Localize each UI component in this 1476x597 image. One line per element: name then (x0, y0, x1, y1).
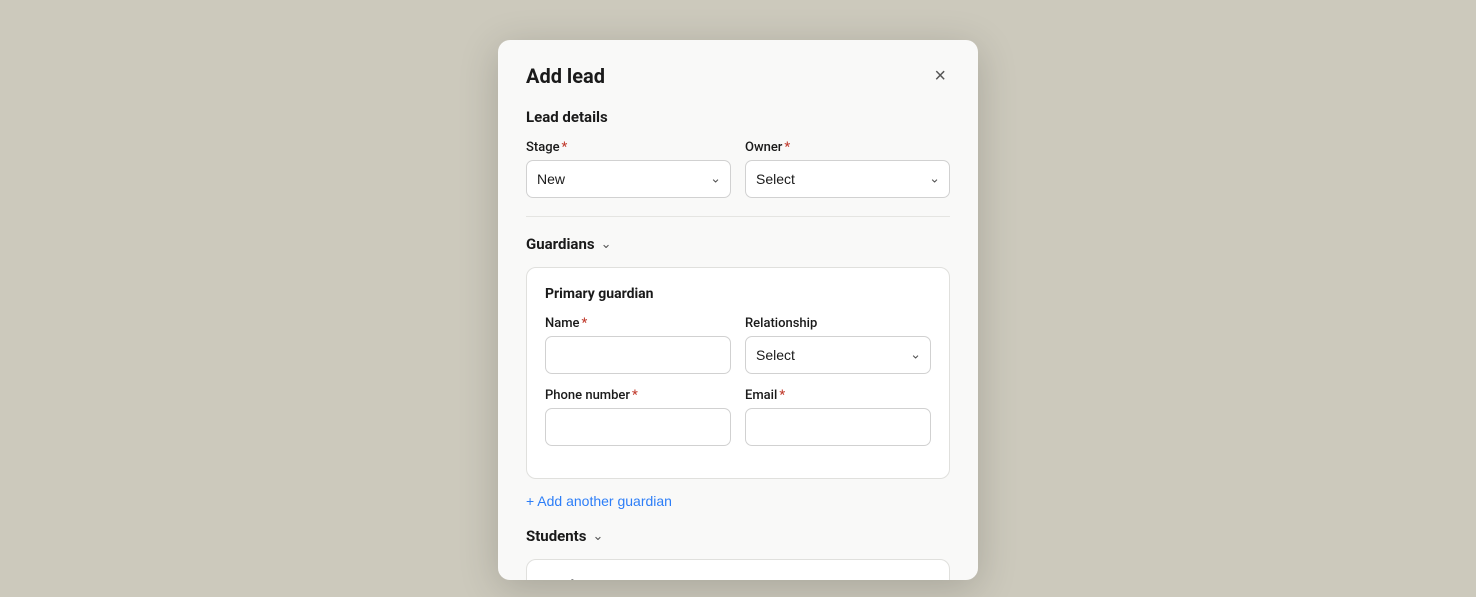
students-chevron-icon: ⌄ (592, 529, 603, 544)
guardians-section: Guardians ⌄ Primary guardian Name* (526, 235, 950, 509)
owner-label: Owner* (745, 140, 950, 155)
guardian-name-required-star: * (582, 316, 588, 331)
student-1-card: Student 1 (526, 559, 950, 580)
modal: Add lead × Lead details Stage* New Conta… (498, 40, 978, 580)
guardians-title: Guardians (526, 235, 595, 253)
close-button[interactable]: × (930, 62, 950, 90)
guardian-email-label: Email* (745, 388, 931, 403)
students-header[interactable]: Students ⌄ (526, 527, 950, 545)
owner-required-star: * (784, 140, 790, 155)
stage-group: Stage* New Contacted Qualified Lost ⌄ (526, 140, 731, 198)
guardian-name-input[interactable] (545, 336, 731, 374)
guardian-name-label: Name* (545, 316, 731, 331)
guardian-phone-email-row: Phone number* Email* (545, 388, 931, 446)
owner-select[interactable]: Select (745, 160, 950, 198)
student-1-title: Student 1 (545, 578, 931, 580)
divider-1 (526, 216, 950, 217)
stage-label: Stage* (526, 140, 731, 155)
guardians-chevron-icon: ⌄ (601, 237, 612, 252)
guardians-header[interactable]: Guardians ⌄ (526, 235, 950, 253)
primary-guardian-title: Primary guardian (545, 286, 931, 302)
modal-body: Lead details Stage* New Contacted Qualif… (498, 108, 978, 580)
students-title: Students (526, 527, 586, 545)
guardian-phone-label: Phone number* (545, 388, 731, 403)
stage-select[interactable]: New Contacted Qualified Lost (526, 160, 731, 198)
students-section: Students ⌄ Student 1 (526, 527, 950, 580)
guardian-relationship-select[interactable]: Select Parent Guardian Other (745, 336, 931, 374)
guardian-email-group: Email* (745, 388, 931, 446)
guardian-name-group: Name* (545, 316, 731, 374)
guardian-phone-input[interactable] (545, 408, 731, 446)
guardian-name-relationship-row: Name* Relationship Select Parent Guardia… (545, 316, 931, 374)
guardian-phone-required-star: * (632, 388, 638, 403)
guardian-relationship-label: Relationship (745, 316, 931, 331)
primary-guardian-card: Primary guardian Name* Relationship (526, 267, 950, 479)
stage-required-star: * (562, 140, 568, 155)
lead-details-section: Lead details Stage* New Contacted Qualif… (526, 108, 950, 198)
stage-select-wrapper: New Contacted Qualified Lost ⌄ (526, 160, 731, 198)
modal-header: Add lead × (498, 40, 978, 108)
owner-select-wrapper: Select ⌄ (745, 160, 950, 198)
owner-group: Owner* Select ⌄ (745, 140, 950, 198)
add-guardian-button[interactable]: + Add another guardian (526, 493, 672, 509)
modal-title: Add lead (526, 64, 605, 88)
guardian-relationship-select-wrapper: Select Parent Guardian Other ⌄ (745, 336, 931, 374)
lead-details-title: Lead details (526, 108, 950, 126)
lead-details-row: Stage* New Contacted Qualified Lost ⌄ (526, 140, 950, 198)
guardian-relationship-group: Relationship Select Parent Guardian Othe… (745, 316, 931, 374)
modal-overlay: Add lead × Lead details Stage* New Conta… (0, 0, 1476, 597)
guardian-email-input[interactable] (745, 408, 931, 446)
guardian-phone-group: Phone number* (545, 388, 731, 446)
guardian-email-required-star: * (779, 388, 785, 403)
